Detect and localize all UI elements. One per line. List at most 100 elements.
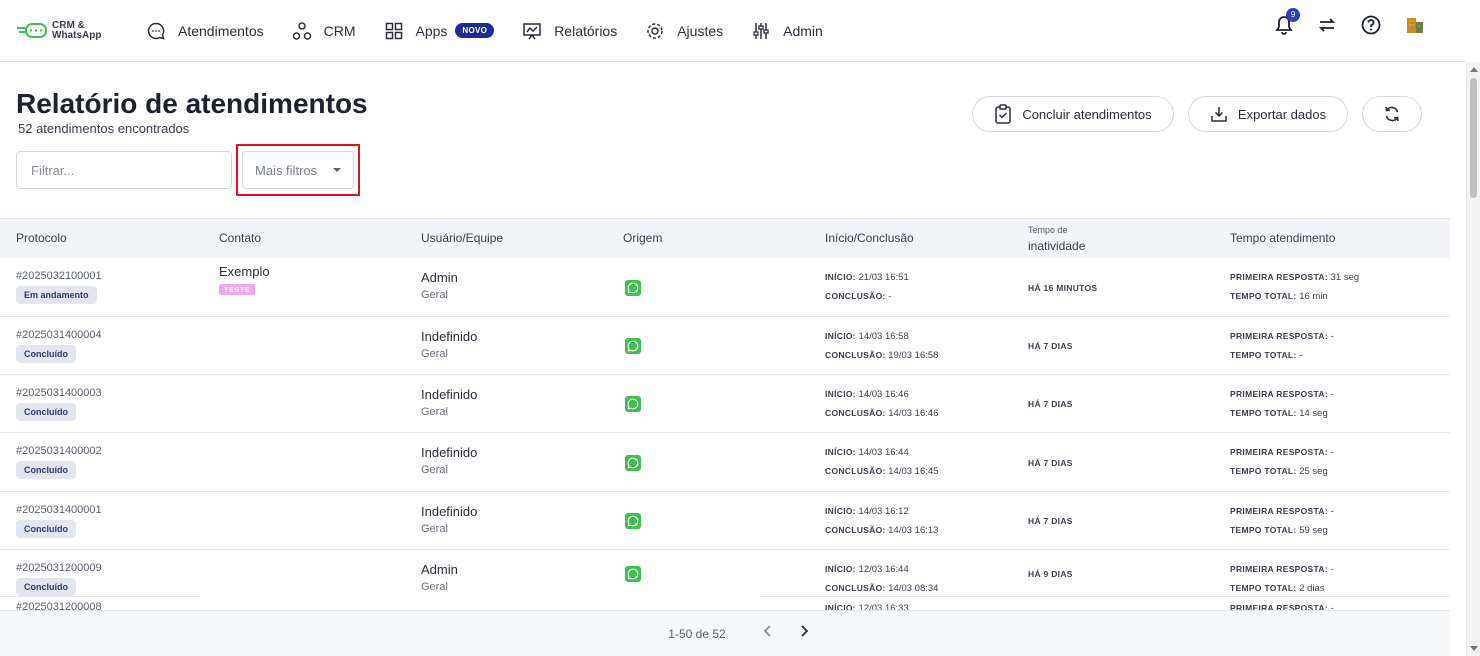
end-value: 14/03 08:34 — [888, 583, 939, 594]
col-tempo-inatividade[interactable]: inatividade — [1028, 239, 1085, 253]
table-row[interactable]: #2025031400003 Concluído Indefinido Geral IN… — [0, 375, 1450, 433]
next-page-button[interactable] — [798, 624, 810, 643]
start-end-cell: INÍCIO: 21/03 16:51 CONCLUSÃO: - — [825, 268, 909, 306]
nav-label: Admin — [783, 22, 823, 39]
start-line: INÍCIO: 12/03 16:44 — [825, 560, 938, 579]
start-line: INÍCIO: 14/03 16:12 — [825, 502, 938, 521]
status-badge: Concluído — [16, 578, 76, 596]
logo-text: CRM & WhatsApp — [52, 20, 102, 41]
logo-line-2: WhatsApp — [52, 29, 102, 41]
table-row[interactable]: #2025031200009 Concluído Admin Geral INÍCIO:… — [0, 550, 1450, 597]
end-line: CONCLUSÃO: 14/03 16:45 — [825, 462, 938, 481]
col-contato[interactable]: Contato — [219, 231, 261, 245]
table-row[interactable]: #2025031400004 Concluído Indefinido Geral IN… — [0, 317, 1450, 375]
nav-label: CRM — [323, 22, 356, 39]
start-line: INÍCIO: 14/03 16:46 — [825, 385, 938, 404]
end-line: CONCLUSÃO: 19/03 16:58 — [825, 346, 938, 365]
nav-relatorios[interactable]: Relatórios — [522, 21, 617, 41]
start-end-cell: INÍCIO: 14/03 16:44 CONCLUSÃO: 14/03 16:4… — [825, 443, 938, 481]
contact-name: Exemplo — [219, 264, 270, 279]
nav-atendimentos[interactable]: Atendimentos — [146, 21, 264, 41]
first-response-value: - — [1330, 389, 1334, 400]
first-response-line: PRIMEIRA RESPOSTA: - — [1230, 385, 1334, 404]
scrollbar-thumb[interactable] — [1470, 78, 1477, 198]
notification-count-badge: 9 — [1286, 8, 1300, 22]
whatsapp-icon — [625, 338, 641, 354]
first-response-value: - — [1330, 564, 1334, 575]
highlight-box — [236, 144, 360, 196]
start-end-cell: INÍCIO: 14/03 16:12 CONCLUSÃO: 14/03 16:1… — [825, 502, 938, 540]
end-value: - — [888, 291, 892, 302]
help-button[interactable] — [1360, 14, 1382, 41]
first-response-label: PRIMEIRA RESPOSTA: — [1230, 272, 1328, 282]
end-label: CONCLUSÃO: — [825, 408, 886, 418]
page-title: Relatório de atendimentos — [16, 88, 368, 119]
end-value: 19/03 16:58 — [888, 350, 939, 361]
first-response-value: - — [1330, 506, 1334, 517]
col-usuario-equipe[interactable]: Usuário/Equipe — [421, 231, 503, 245]
col-origem[interactable]: Origem — [623, 231, 662, 245]
contact-tag: TESTE — [219, 284, 256, 295]
logo-chat-icon — [17, 22, 47, 38]
notifications-button[interactable]: 9 — [1274, 8, 1300, 41]
button-label: Exportar dados — [1237, 106, 1327, 122]
scroll-down-arrow-icon[interactable] — [1470, 646, 1478, 651]
inactivity-value: HÁ 7 DIAS — [1028, 341, 1073, 351]
col-inicio-conclusao[interactable]: Início/Conclusão — [825, 231, 914, 245]
whatsapp-icon — [625, 455, 641, 471]
end-value: 14/03 16:46 — [888, 408, 939, 419]
protocol-cell: #2025031400003 Concluído — [16, 387, 102, 421]
start-end-cell: INÍCIO: 14/03 16:46 CONCLUSÃO: 14/03 16:4… — [825, 385, 938, 423]
top-right-actions: 9 — [1252, 8, 1426, 41]
table-row[interactable]: #2025031400002 Concluído Indefinido Geral IN… — [0, 433, 1450, 492]
team-name: Geral — [421, 523, 448, 535]
end-label: CONCLUSÃO: — [825, 291, 886, 301]
start-value: 14/03 16:46 — [858, 389, 909, 400]
contact-cell[interactable]: Exemplo TESTE — [219, 264, 270, 297]
protocol-number: #2025031200009 — [16, 562, 102, 574]
results-count: 52 atendimentos encontrados — [18, 121, 190, 136]
col-tempo-inatividade-small[interactable]: Tempo de — [1028, 225, 1068, 235]
user-name: Indefinido — [421, 504, 478, 519]
first-response-value: 31 seg — [1330, 272, 1360, 283]
nav-ajustes[interactable]: Ajustes — [645, 21, 723, 41]
chart-board-icon — [523, 22, 541, 39]
service-time-cell: PRIMEIRA RESPOSTA: - TEMPO TOTAL: 2 dias — [1230, 560, 1334, 598]
service-time-cell: PRIMEIRA RESPOSTA: - TEMPO TOTAL: - — [1230, 327, 1334, 365]
refresh-button[interactable] — [1362, 96, 1422, 132]
nav-crm[interactable]: CRM — [292, 21, 356, 41]
inactivity-value: HÁ 16 MINUTOS — [1028, 283, 1098, 293]
start-label: INÍCIO: — [825, 506, 856, 516]
whatsapp-icon — [625, 566, 641, 582]
main-nav: Atendimentos CRM Apps NOVO Relatórios Aj… — [146, 21, 851, 41]
nav-apps[interactable]: Apps NOVO — [384, 21, 495, 41]
scroll-up-arrow-icon[interactable] — [1470, 67, 1478, 72]
company-avatar-button[interactable] — [1404, 14, 1426, 41]
conclude-attendances-button[interactable]: Concluir atendimentos — [972, 96, 1174, 132]
export-data-button[interactable]: Exportar dados — [1188, 96, 1348, 132]
table-row[interactable]: #2025032100001 Em andamento Exemplo TESTE Ad… — [0, 258, 1450, 317]
crm-nodes-icon — [292, 21, 311, 40]
user-name: Indefinido — [421, 445, 478, 460]
whatsapp-icon — [625, 280, 641, 296]
refresh-icon — [1385, 106, 1399, 122]
col-protocolo[interactable]: Protocolo — [16, 231, 67, 245]
prev-page-button[interactable] — [762, 624, 774, 643]
protocol-cell: #2025031200009 Concluído — [16, 562, 102, 596]
end-label: CONCLUSÃO: — [825, 466, 886, 476]
filter-input[interactable] — [16, 151, 232, 189]
nav-admin[interactable]: Admin — [751, 21, 823, 41]
start-end-cell: INÍCIO: 14/03 16:58 CONCLUSÃO: 19/03 16:5… — [825, 327, 938, 365]
switch-button[interactable] — [1316, 14, 1338, 41]
table-row[interactable]: #2025031400001 Concluído Indefinido Geral IN… — [0, 492, 1450, 550]
total-time-label: TEMPO TOTAL: — [1230, 583, 1297, 593]
status-badge: Concluído — [16, 461, 76, 479]
button-label: Concluir atendimentos — [1022, 106, 1152, 122]
first-response-line: PRIMEIRA RESPOSTA: - — [1230, 560, 1334, 579]
page-scrollbar[interactable] — [1466, 62, 1480, 656]
col-tempo-atendimento[interactable]: Tempo atendimento — [1230, 231, 1335, 245]
download-icon — [1211, 107, 1227, 122]
user-team-cell: Indefinido Geral — [421, 387, 477, 418]
status-badge: Concluído — [16, 345, 76, 363]
app-logo[interactable]: CRM & WhatsApp — [16, 20, 134, 41]
